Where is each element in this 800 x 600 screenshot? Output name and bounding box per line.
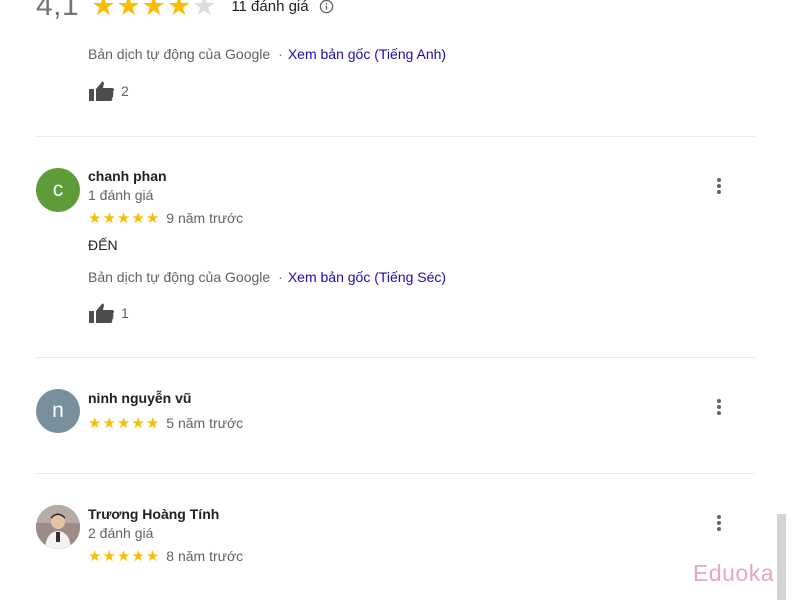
view-original-link[interactable]: Xem bản gốc (Tiếng Séc) bbox=[288, 269, 446, 285]
translation-label: Bản dịch tự động của Google bbox=[88, 269, 271, 285]
review-count[interactable]: 11 đánh giá bbox=[231, 0, 308, 15]
more-vert-icon bbox=[717, 515, 721, 519]
star-icon: ★ bbox=[91, 0, 116, 21]
star-icon: ★ bbox=[88, 209, 102, 227]
star-icon: ★ bbox=[131, 414, 145, 432]
review-rating: ★ ★ ★ ★ ★ 8 năm trước bbox=[88, 548, 243, 564]
review-time: 5 năm trước bbox=[166, 415, 244, 431]
more-vert-icon bbox=[717, 399, 721, 403]
review-rating: ★ ★ ★ ★ ★ 5 năm trước bbox=[88, 415, 243, 431]
more-options-button[interactable] bbox=[709, 174, 729, 198]
info-icon[interactable] bbox=[319, 0, 334, 14]
watermark: Eduoka bbox=[693, 560, 775, 586]
more-vert-icon bbox=[717, 411, 721, 415]
avatar-photo[interactable] bbox=[36, 505, 80, 549]
reviewer-name[interactable]: ninh nguyễn vũ bbox=[88, 390, 191, 406]
star-icon: ★ bbox=[131, 547, 145, 565]
more-vert-icon bbox=[717, 405, 721, 409]
reviewer-review-count[interactable]: 1 đánh giá bbox=[88, 187, 153, 203]
star-icon: ★ bbox=[145, 209, 160, 227]
divider bbox=[36, 136, 755, 137]
rating-summary: 4,1 ★ ★ ★ ★ ★ 11 đánh giá bbox=[36, 0, 334, 26]
star-icon: ★ bbox=[116, 0, 141, 21]
view-original-link[interactable]: Xem bản gốc (Tiếng Anh) bbox=[288, 46, 446, 62]
more-vert-icon bbox=[717, 178, 721, 182]
reviewer-review-count[interactable]: 2 đánh giá bbox=[88, 525, 153, 541]
average-rating: 4,1 bbox=[36, 0, 80, 22]
more-vert-icon bbox=[717, 190, 721, 194]
review-rating: ★ ★ ★ ★ ★ 9 năm trước bbox=[88, 210, 243, 226]
star-icon: ★ bbox=[102, 209, 116, 227]
more-vert-icon bbox=[717, 527, 721, 531]
avatar[interactable]: n bbox=[36, 389, 80, 433]
like-count: 1 bbox=[121, 305, 129, 321]
star-icon: ★ bbox=[131, 209, 145, 227]
star-icon: ★ bbox=[166, 0, 192, 21]
avatar-letter: c bbox=[52, 178, 64, 201]
like-button[interactable]: 2 bbox=[88, 80, 129, 102]
more-vert-icon bbox=[717, 184, 721, 188]
star-icon: ★ bbox=[141, 0, 166, 21]
thumbs-up-icon bbox=[89, 81, 114, 101]
star-icon: ★ bbox=[116, 414, 131, 432]
divider bbox=[36, 473, 755, 474]
translation-note: Bản dịch tự động của Google · Xem bản gốc … bbox=[88, 46, 446, 62]
more-options-button[interactable] bbox=[709, 511, 729, 535]
star-icon: ★ bbox=[145, 547, 160, 565]
review-text: ĐẾN bbox=[88, 237, 118, 253]
scrollbar-thumb[interactable] bbox=[777, 514, 786, 600]
separator-dot: · bbox=[278, 269, 283, 285]
star-icon: ★ bbox=[116, 547, 131, 565]
like-count: 2 bbox=[121, 83, 129, 99]
avatar[interactable]: c bbox=[36, 168, 80, 212]
star-icon: ★ bbox=[102, 414, 116, 432]
more-vert-icon bbox=[717, 521, 721, 525]
rating-stars: ★ ★ ★ ★ ★ bbox=[91, 0, 217, 20]
star-icon: ★ bbox=[145, 414, 160, 432]
star-icon: ★ bbox=[116, 209, 131, 227]
divider bbox=[36, 357, 755, 358]
star-icon: ★ bbox=[88, 547, 102, 565]
translation-note: Bản dịch tự động của Google · Xem bản gốc … bbox=[88, 269, 446, 285]
reviewer-name[interactable]: Trương Hoàng Tính bbox=[88, 506, 219, 522]
review-time: 8 năm trước bbox=[166, 548, 244, 564]
star-icon: ★ bbox=[88, 414, 102, 432]
avatar-letter: n bbox=[52, 399, 64, 422]
separator-dot: · bbox=[278, 46, 283, 62]
more-options-button[interactable] bbox=[709, 395, 729, 419]
thumbs-up-icon bbox=[89, 303, 114, 323]
translation-label: Bản dịch tự động của Google bbox=[88, 46, 271, 62]
star-icon: ★ bbox=[102, 547, 116, 565]
person-photo-icon bbox=[36, 505, 80, 549]
star-empty-icon: ★ bbox=[192, 0, 217, 21]
review-time: 9 năm trước bbox=[166, 210, 244, 226]
reviewer-name[interactable]: chanh phan bbox=[88, 168, 167, 184]
like-button[interactable]: 1 bbox=[88, 302, 129, 324]
